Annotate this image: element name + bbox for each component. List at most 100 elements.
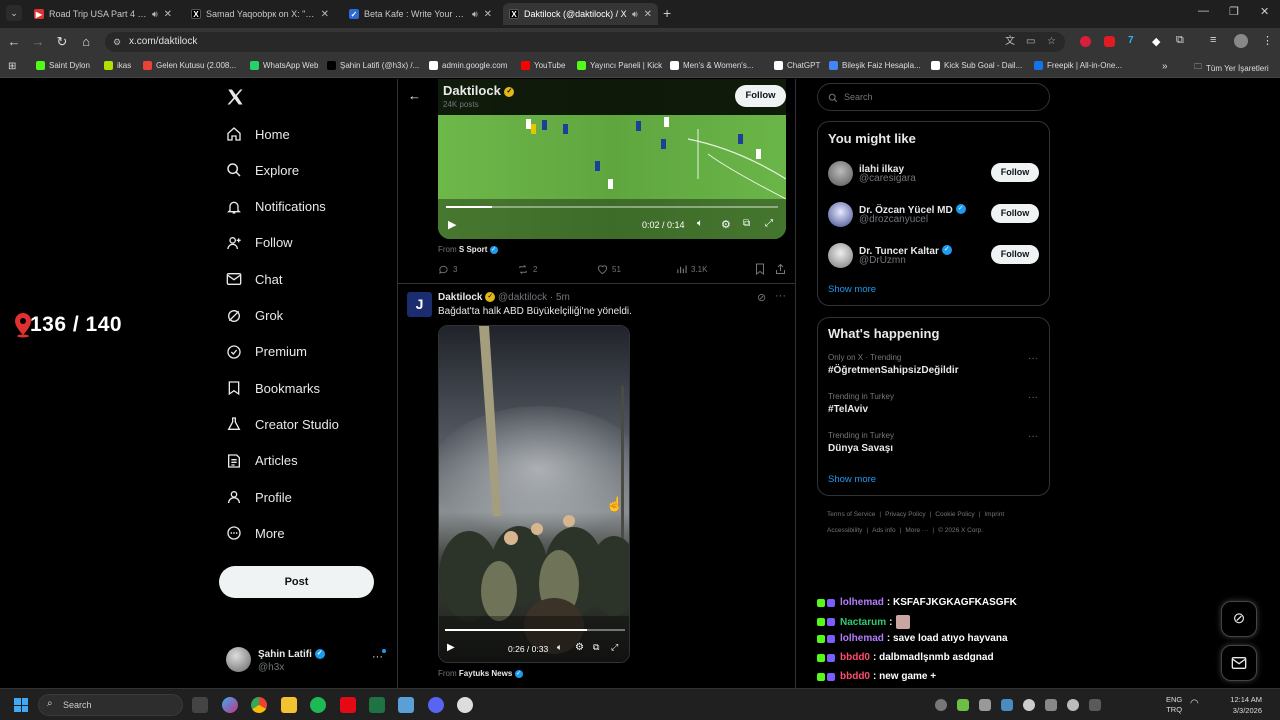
profile-avatar-icon[interactable] bbox=[1234, 34, 1248, 48]
task-view-icon[interactable] bbox=[192, 697, 208, 713]
minimize-window-icon[interactable]: — bbox=[1198, 5, 1209, 17]
github-icon[interactable] bbox=[457, 697, 473, 713]
footer-link[interactable]: Terms of Service bbox=[827, 511, 875, 518]
pip-icon[interactable]: ⧉ bbox=[743, 218, 750, 229]
show-more-link[interactable]: Show more bbox=[828, 284, 876, 295]
source-link[interactable]: Faytuks News bbox=[459, 669, 512, 678]
share-icon[interactable] bbox=[775, 262, 786, 280]
show-more-link[interactable]: Show more bbox=[828, 474, 876, 485]
footer-link[interactable]: Accessibility bbox=[827, 527, 862, 534]
forward-arrow-icon[interactable]: → bbox=[30, 34, 46, 49]
header-follow-button[interactable]: Follow bbox=[735, 85, 786, 107]
back-arrow-icon[interactable]: ← bbox=[6, 34, 22, 49]
post-2-video[interactable]: ▶ 0:26 / 0:33 🔈︎ ⚙ ⧉ ⤢ bbox=[438, 325, 630, 663]
extension-ruby-icon[interactable] bbox=[1104, 36, 1115, 47]
settings-gear-icon[interactable]: ⚙ bbox=[721, 218, 731, 231]
wifi-icon[interactable]: ◠ bbox=[1190, 698, 1199, 709]
sidebar-item-explore[interactable]: Explore bbox=[226, 162, 299, 178]
cast-icon[interactable]: ▭ bbox=[1026, 32, 1035, 52]
close-tab-icon[interactable]: ✕ bbox=[644, 9, 652, 20]
sidebar-item-more[interactable]: More bbox=[226, 525, 285, 541]
post-author-name[interactable]: Daktilock bbox=[438, 292, 482, 303]
repost-button[interactable]: 2 bbox=[517, 264, 537, 275]
back-arrow-icon[interactable]: ← bbox=[408, 88, 421, 103]
extension-7tv-icon[interactable]: 7 bbox=[1128, 35, 1134, 46]
sidebar-item-profile[interactable]: Profile bbox=[226, 489, 292, 505]
sidebar-item-premium[interactable]: Premium bbox=[226, 344, 307, 360]
play-icon[interactable]: ▶ bbox=[448, 218, 456, 231]
close-window-icon[interactable]: ✕ bbox=[1260, 5, 1269, 18]
chrome-menu-icon[interactable]: ⋮ bbox=[1262, 34, 1273, 47]
maximize-window-icon[interactable]: ❐ bbox=[1229, 5, 1239, 18]
file-explorer-icon[interactable] bbox=[281, 697, 297, 713]
account-switcher[interactable]: Şahin Latifi ✓ @h3x ··· bbox=[226, 647, 386, 677]
extension-red-icon[interactable] bbox=[1080, 36, 1091, 47]
fullscreen-icon[interactable]: ⤢ bbox=[611, 642, 618, 653]
excel-icon[interactable] bbox=[369, 697, 385, 713]
video-progress-track[interactable] bbox=[445, 629, 625, 631]
footer-link[interactable]: Cookie Policy bbox=[935, 511, 974, 518]
sidebar-item-bookmarks[interactable]: Bookmarks bbox=[226, 380, 320, 396]
reply-button[interactable]: 3 bbox=[438, 264, 457, 275]
trend-item[interactable]: Trending in Turkey Dünya Savaşı ··· bbox=[818, 431, 1049, 465]
sidebar-item-home[interactable]: Home bbox=[226, 126, 290, 142]
video-progress-track[interactable] bbox=[446, 206, 778, 208]
bookmark-item[interactable]: Saint Dylon bbox=[36, 61, 90, 70]
tab-list-dropdown-icon[interactable]: ⌄ bbox=[6, 5, 22, 21]
grok-floating-button[interactable]: ⊘ bbox=[1221, 601, 1257, 637]
bookmark-item[interactable]: Yayıncı Paneli | Kick bbox=[577, 61, 662, 70]
fullscreen-icon[interactable]: ⤢ bbox=[765, 218, 773, 229]
follow-button[interactable]: Follow bbox=[991, 245, 1039, 264]
follow-button[interactable]: Follow bbox=[991, 163, 1039, 182]
home-icon[interactable]: ⌂ bbox=[78, 34, 94, 49]
apps-grid-icon[interactable]: ⊞ bbox=[8, 61, 16, 72]
browser-tab[interactable]: ✓ Beta Kafe : Write Your Love Stor 🔊︎ ✕ bbox=[343, 3, 498, 25]
taskbar-search-box[interactable]: ⌕ Search bbox=[38, 694, 183, 716]
site-info-icon[interactable]: ⚙ bbox=[113, 32, 121, 52]
new-tab-button[interactable]: + bbox=[663, 5, 671, 21]
sidebar-item-articles[interactable]: Articles bbox=[226, 453, 298, 469]
more-dots-icon[interactable]: ··· bbox=[372, 651, 383, 663]
reading-list-icon[interactable]: ≡ bbox=[1210, 34, 1216, 46]
more-dots-icon[interactable]: ··· bbox=[1028, 353, 1038, 364]
post-time[interactable]: · 5m bbox=[550, 292, 570, 303]
translate-icon[interactable]: 文 bbox=[1005, 32, 1015, 52]
more-dots-icon[interactable]: ··· bbox=[1028, 431, 1038, 442]
sidebar-item-grok[interactable]: Grok bbox=[226, 308, 283, 324]
bookmark-item[interactable]: Bileşik Faiz Hesapla... bbox=[829, 61, 921, 70]
star-bookmark-icon[interactable]: ☆ bbox=[1047, 32, 1056, 52]
bookmark-item[interactable]: Gelen Kutusu (2.008... bbox=[143, 61, 236, 70]
close-tab-icon[interactable]: ✕ bbox=[484, 9, 492, 20]
system-tray-icons[interactable] bbox=[935, 699, 1155, 711]
post-author-handle[interactable]: @daktilock bbox=[498, 292, 547, 303]
post-button[interactable]: Post bbox=[219, 566, 374, 598]
suggested-user[interactable]: Dr. Özcan Yücel MD ✓ @drozcanyucel Follow bbox=[818, 200, 1049, 236]
windows-start-icon[interactable] bbox=[14, 698, 28, 712]
views-button[interactable]: 3.1K bbox=[676, 264, 707, 275]
volume-muted-icon[interactable]: 🔈︎ bbox=[697, 218, 703, 229]
browser-tab[interactable]: X Samad Yaqoobрк on X: "Its calle ✕ bbox=[185, 3, 335, 25]
volume-icon[interactable]: 🔈︎ bbox=[557, 642, 562, 653]
follow-button[interactable]: Follow bbox=[991, 204, 1039, 223]
like-button[interactable]: 51 bbox=[597, 264, 621, 275]
sidebar-item-notifications[interactable]: Notifications bbox=[226, 199, 326, 215]
x-logo-icon[interactable] bbox=[226, 88, 244, 111]
messages-floating-button[interactable] bbox=[1221, 645, 1257, 681]
bookmark-item[interactable]: ChatGPT bbox=[774, 61, 820, 70]
bookmarks-overflow-icon[interactable]: » bbox=[1162, 61, 1168, 72]
bookmark-item[interactable]: Men's & Women's... bbox=[670, 61, 753, 70]
extensions-puzzle-icon[interactable]: ⧉ bbox=[1176, 34, 1184, 47]
bookmark-item[interactable]: Freepik | All-in-One... bbox=[1034, 61, 1122, 70]
close-tab-icon[interactable]: ✕ bbox=[164, 9, 172, 20]
bookmark-item[interactable]: ikas bbox=[104, 61, 131, 70]
more-dots-icon[interactable]: ··· bbox=[775, 290, 786, 302]
footer-link[interactable]: Imprint bbox=[984, 511, 1004, 518]
bookmark-item[interactable]: Şahin Latifi (@h3x) /... bbox=[327, 61, 419, 70]
bookmark-item[interactable]: admin.google.com bbox=[429, 61, 507, 70]
suggested-user[interactable]: Dr. Tuncer Kaltar ✓ @DrUzmn Follow bbox=[818, 241, 1049, 277]
speaker-icon[interactable]: 🔊︎ bbox=[472, 9, 478, 20]
sidebar-item-chat[interactable]: Chat bbox=[226, 271, 282, 287]
settings-gear-icon[interactable]: ⚙ bbox=[575, 642, 584, 653]
sidebar-item-follow[interactable]: Follow bbox=[226, 235, 293, 251]
speaker-icon[interactable]: 🔊︎ bbox=[632, 9, 638, 20]
